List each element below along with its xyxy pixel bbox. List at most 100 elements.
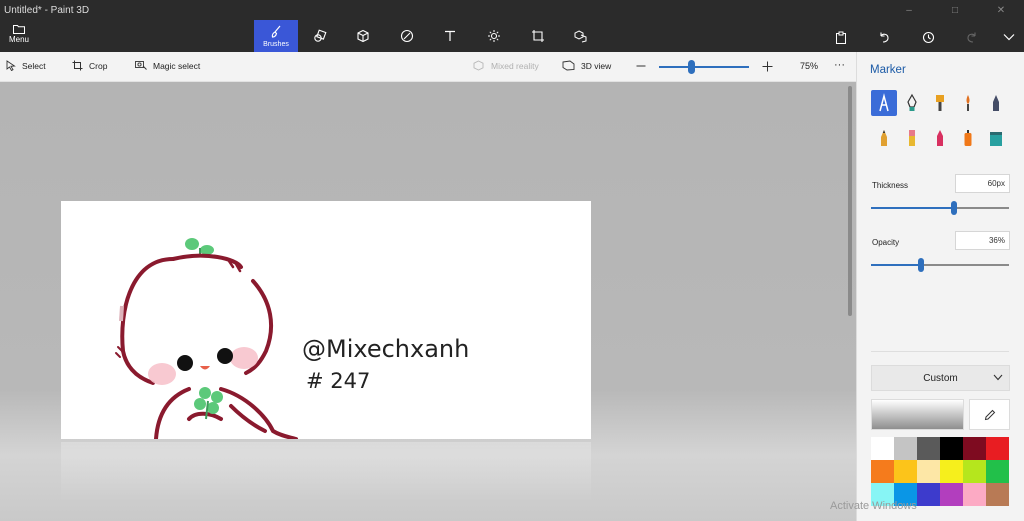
current-color-swatch[interactable] [871, 399, 964, 430]
expand-button[interactable] [999, 28, 1019, 46]
brush-icon [271, 25, 281, 38]
crop-icon [72, 60, 83, 71]
title-bar: Untitled* - Paint 3D – □ ✕ Menu Brushes [0, 0, 1024, 52]
magic-select-button[interactable]: Magic select [135, 60, 200, 71]
color-swatch[interactable] [963, 437, 986, 460]
zoom-value[interactable]: 75% [800, 61, 818, 71]
select-cursor-icon [6, 60, 16, 71]
sub-toolbar: Select Crop Magic select Mixed reality 3… [0, 52, 856, 82]
fill-button[interactable] [983, 125, 1009, 151]
opacity-slider[interactable] [871, 258, 1009, 272]
tab-text[interactable] [428, 20, 472, 52]
thickness-input[interactable]: 60px [955, 174, 1010, 193]
color-swatch[interactable] [986, 483, 1009, 506]
color-swatch[interactable] [986, 437, 1009, 460]
zoom-slider-thumb[interactable] [688, 60, 695, 74]
zoom-in-button[interactable] [762, 61, 773, 72]
maximize-button[interactable]: □ [932, 0, 978, 20]
2d-shapes-icon [314, 29, 327, 42]
panel-divider [871, 351, 1009, 352]
color-swatch[interactable] [894, 437, 917, 460]
vertical-scrollbar[interactable] [848, 86, 852, 316]
color-swatch[interactable] [940, 483, 963, 506]
history-icon [922, 31, 934, 43]
color-swatch[interactable] [917, 460, 940, 483]
brush-panel: Marker Thickness 60px Opacity 36% Custom [856, 52, 1024, 521]
pencil-button[interactable] [871, 125, 897, 151]
color-swatch[interactable] [871, 437, 894, 460]
color-swatch[interactable] [917, 483, 940, 506]
activate-windows-watermark: Activate Windows [830, 500, 917, 512]
thickness-slider[interactable] [871, 201, 1009, 215]
fill-bucket-icon [990, 132, 1002, 146]
color-swatch[interactable] [894, 460, 917, 483]
magic-select-icon [135, 61, 147, 70]
undo-button[interactable] [874, 28, 894, 46]
calligraphy-pen-button[interactable] [899, 90, 925, 116]
more-options-button[interactable]: ··· [834, 59, 845, 71]
plus-icon [762, 61, 773, 72]
color-mode-dropdown[interactable]: Custom [871, 365, 1010, 391]
calligraphy-pen-icon [907, 93, 917, 111]
tab-effects[interactable] [472, 20, 516, 52]
menu-button[interactable]: Menu [4, 24, 34, 50]
minimize-button[interactable]: – [886, 0, 932, 20]
oil-brush-button[interactable] [927, 90, 953, 116]
paste-button[interactable] [831, 28, 851, 46]
canvas-crop-icon [532, 30, 544, 42]
tab-canvas[interactable] [516, 20, 560, 52]
opacity-slider-thumb[interactable] [918, 258, 924, 272]
tab-3d-shapes[interactable] [341, 20, 385, 52]
color-swatch[interactable] [917, 437, 940, 460]
spray-can-button[interactable] [955, 125, 981, 151]
tab-stickers[interactable] [385, 20, 429, 52]
crop-button[interactable]: Crop [72, 60, 107, 71]
pixel-pen-button[interactable] [983, 90, 1009, 116]
eyedropper-button[interactable] [969, 399, 1010, 430]
close-button[interactable]: ✕ [978, 0, 1024, 20]
3d-library-icon [574, 30, 587, 43]
redo-button[interactable] [962, 28, 982, 46]
signature-line-1: @Mixechxanh [302, 335, 469, 363]
thickness-slider-thumb[interactable] [951, 201, 957, 215]
color-swatch[interactable] [940, 460, 963, 483]
zoom-slider-track[interactable] [659, 66, 749, 68]
3d-view-icon [562, 60, 575, 71]
undo-icon [880, 32, 889, 43]
zoom-out-button[interactable] [636, 61, 646, 71]
oil-brush-icon [936, 95, 944, 111]
3d-view-label: 3D view [581, 60, 612, 71]
select-button[interactable]: Select [6, 60, 46, 71]
redo-icon [967, 32, 976, 43]
app-title: Untitled* - Paint 3D [4, 5, 90, 16]
color-mode-value: Custom [923, 372, 958, 384]
eraser-button[interactable] [899, 125, 925, 151]
history-button[interactable] [918, 28, 938, 46]
opacity-input[interactable]: 36% [955, 231, 1010, 250]
chevron-down-icon [1003, 34, 1015, 41]
mixed-reality-button[interactable]: Mixed reality [472, 60, 539, 71]
crop-label: Crop [89, 60, 108, 71]
pencil-icon [881, 130, 887, 146]
color-swatch[interactable] [940, 437, 963, 460]
color-swatch[interactable] [986, 460, 1009, 483]
tab-brushes[interactable]: Brushes [254, 20, 298, 52]
watercolor-icon [966, 95, 970, 111]
chevron-down-icon [993, 374, 1003, 381]
tab-3d-library[interactable] [559, 20, 603, 52]
menu-label: Menu [8, 35, 29, 44]
watercolor-button[interactable] [955, 90, 981, 116]
marker-icon [879, 93, 889, 112]
3d-view-button[interactable]: 3D view [562, 60, 611, 71]
drawing-canvas[interactable]: @Mixechxanh # 247 [61, 201, 591, 439]
crayon-button[interactable] [927, 125, 953, 151]
spray-can-icon [964, 130, 972, 146]
workspace: @Mixechxanh # 247 [0, 82, 856, 521]
select-label: Select [22, 60, 46, 71]
signature-line-2: # 247 [306, 369, 370, 393]
color-swatch[interactable] [963, 460, 986, 483]
color-swatch[interactable] [963, 483, 986, 506]
color-swatch[interactable] [871, 460, 894, 483]
tab-2d-shapes[interactable] [298, 20, 342, 52]
marker-brush-button[interactable] [871, 90, 897, 116]
